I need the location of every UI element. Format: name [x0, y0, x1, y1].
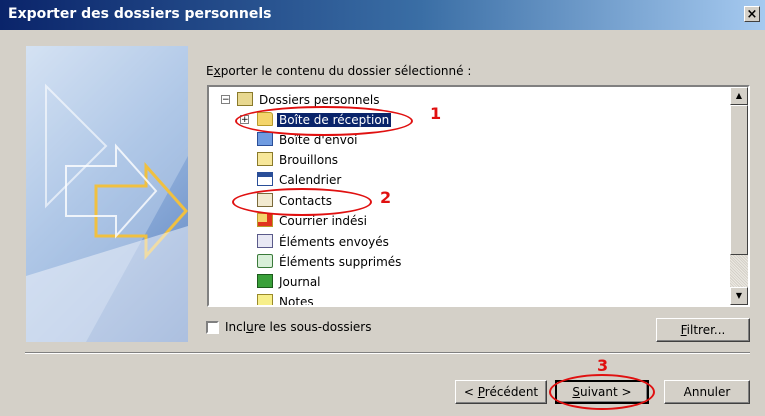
filter-button[interactable]: Filtrer...: [656, 318, 750, 342]
tree-item-elements-supprimes[interactable]: Éléments supprimés: [257, 251, 403, 271]
collapse-icon[interactable]: −: [221, 95, 230, 105]
include-subfolders-checkbox[interactable]: Inclure les sous-dossiers: [206, 320, 371, 334]
deleted-items-icon: [257, 253, 273, 268]
tree-item-notes[interactable]: Notes: [257, 291, 316, 305]
tree-item-brouillons[interactable]: Brouillons: [257, 149, 340, 169]
tree-item-elements-envoyes[interactable]: Éléments envoyés: [257, 231, 391, 251]
wizard-banner-image: [26, 46, 188, 342]
cancel-button[interactable]: Annuler: [664, 380, 750, 404]
scroll-thumb[interactable]: [730, 105, 748, 255]
sent-items-icon: [257, 233, 273, 248]
journal-icon: [257, 273, 273, 288]
annotation-ellipse-next: [549, 374, 655, 410]
scroll-down-button[interactable]: ▼: [730, 287, 748, 305]
annotation-number-1: 1: [430, 104, 442, 123]
title-bar: Exporter des dossiers personnels ×: [0, 0, 765, 30]
calendar-icon: [257, 171, 273, 186]
window-title: Exporter des dossiers personnels: [8, 6, 272, 22]
tree-item-calendrier[interactable]: Calendrier: [257, 169, 343, 189]
include-subfolders-label: Inclure les sous-dossiers: [225, 320, 372, 334]
separator: [25, 352, 750, 354]
annotation-ellipse-contacts: [232, 188, 372, 216]
vertical-scrollbar[interactable]: ▲ ▼: [730, 87, 748, 305]
checkbox-box[interactable]: [206, 321, 219, 334]
notes-icon: [257, 293, 273, 305]
annotation-number-2: 2: [380, 188, 392, 207]
personal-folders-icon: [237, 91, 253, 106]
annotation-number-3: 3: [597, 356, 609, 375]
outbox-icon: [257, 131, 273, 146]
drafts-icon: [257, 151, 273, 166]
annotation-ellipse-inbox: [235, 106, 413, 136]
scroll-up-button[interactable]: ▲: [730, 87, 748, 105]
tree-item-journal[interactable]: Journal: [257, 271, 323, 291]
export-prompt-label: Exporter le contenu du dossier sélection…: [206, 64, 472, 78]
close-button[interactable]: ×: [744, 6, 760, 22]
back-button[interactable]: < Précédent: [455, 380, 547, 404]
